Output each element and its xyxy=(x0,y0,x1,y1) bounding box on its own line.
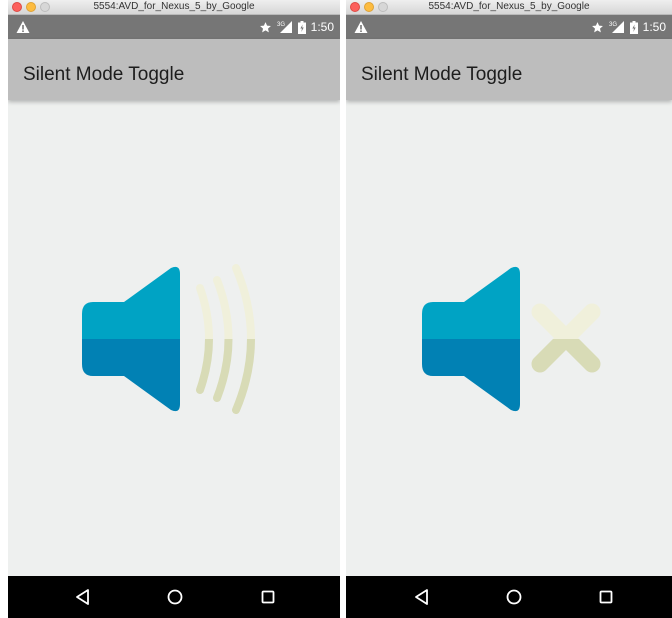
cell-signal-icon: 3G xyxy=(609,20,625,34)
warning-icon xyxy=(354,20,368,34)
window-title: 5554:AVD_for_Nexus_5_by_Google xyxy=(93,1,255,12)
recent-apps-button[interactable] xyxy=(256,586,280,608)
battery-icon xyxy=(629,20,638,34)
android-status-bar: 3G 1:50 xyxy=(346,15,672,39)
network-type-label: 3G xyxy=(609,22,617,28)
window-border xyxy=(0,0,8,618)
back-button[interactable] xyxy=(71,586,95,608)
android-nav-bar xyxy=(346,576,672,618)
cell-signal-icon: 3G xyxy=(277,20,293,34)
mute-x-mark xyxy=(531,303,601,373)
speaker-muted-icon xyxy=(422,266,601,412)
speaker-body xyxy=(82,266,180,412)
speaker-body xyxy=(422,266,520,412)
android-nav-bar xyxy=(8,576,340,618)
warning-icon xyxy=(16,20,30,34)
emulator-window-left: 5554:AVD_for_Nexus_5_by_Google 3G 1:50 S… xyxy=(8,0,340,618)
status-clock: 1:50 xyxy=(642,20,666,34)
home-button[interactable] xyxy=(502,586,526,608)
app-content xyxy=(8,100,340,576)
network-type-label: 3G xyxy=(277,22,285,28)
star-icon xyxy=(591,21,604,34)
star-icon xyxy=(259,21,272,34)
silent-mode-toggle-button[interactable] xyxy=(76,264,276,414)
app-content xyxy=(346,100,672,576)
battery-icon xyxy=(297,20,306,34)
app-action-bar: Silent Mode Toggle xyxy=(8,39,340,100)
silent-mode-toggle-button[interactable] xyxy=(416,264,616,414)
window-title: 5554:AVD_for_Nexus_5_by_Google xyxy=(428,1,590,12)
android-status-bar: 3G 1:50 xyxy=(8,15,340,39)
sound-waves xyxy=(196,264,255,414)
app-action-bar: Silent Mode Toggle xyxy=(346,39,672,100)
back-button[interactable] xyxy=(410,586,434,608)
app-title: Silent Mode Toggle xyxy=(361,64,523,85)
home-button[interactable] xyxy=(163,586,187,608)
recent-apps-button[interactable] xyxy=(594,586,618,608)
status-clock: 1:50 xyxy=(310,20,334,34)
window-titlebar[interactable]: 5554:AVD_for_Nexus_5_by_Google xyxy=(346,0,672,15)
speaker-sound-icon xyxy=(82,264,255,414)
window-titlebar[interactable]: 5554:AVD_for_Nexus_5_by_Google xyxy=(8,0,340,15)
emulator-window-right: 5554:AVD_for_Nexus_5_by_Google 3G 1:50 S… xyxy=(346,0,672,618)
app-title: Silent Mode Toggle xyxy=(23,64,185,85)
